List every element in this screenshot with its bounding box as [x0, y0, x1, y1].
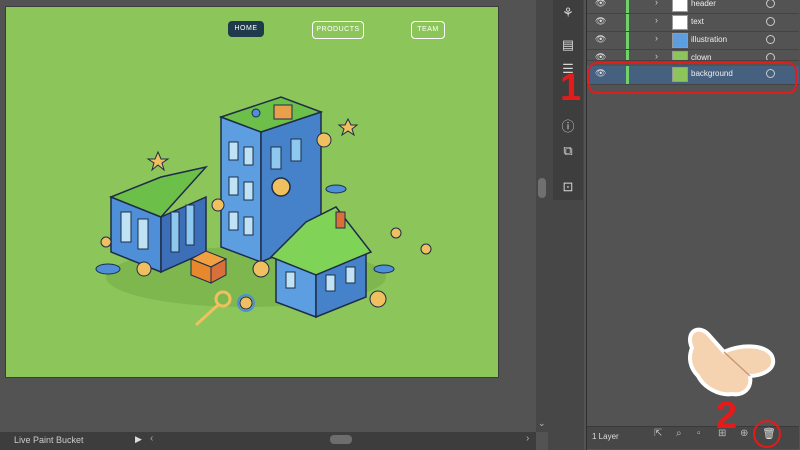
eye-icon[interactable]: 👁 [595, 16, 606, 27]
highlight-background-layer [588, 62, 797, 94]
chevron-right-icon[interactable]: › [655, 33, 658, 43]
layer-target-icon[interactable] [766, 53, 775, 60]
highlight-trash-button [753, 420, 781, 448]
layer-thumbnail [672, 0, 688, 12]
scroll-right-icon[interactable]: › [526, 433, 529, 444]
layer-color-bar [626, 32, 629, 49]
transform-icon[interactable]: ⧉ [557, 142, 579, 160]
layer-row-clown[interactable]: 👁 › clown [587, 50, 799, 61]
layer-name[interactable]: text [691, 17, 704, 26]
eye-icon[interactable]: 👁 [595, 0, 606, 9]
city-illustration [95, 96, 432, 327]
artboard[interactable]: HOME PRODUCTS TEAM [5, 6, 499, 378]
vertical-scroll-thumb[interactable] [538, 178, 546, 198]
brushes-icon[interactable]: ⚘ [557, 4, 579, 22]
layer-name[interactable]: illustration [691, 35, 727, 44]
eye-icon[interactable]: 👁 [595, 34, 606, 45]
layer-color-bar [626, 50, 629, 60]
layer-target-icon[interactable] [766, 35, 775, 44]
export-icon[interactable]: ⇱ [654, 428, 662, 439]
current-tool-label[interactable]: Live Paint Bucket [14, 435, 84, 445]
pointing-hand-icon [688, 327, 776, 397]
layer-thumbnail [672, 15, 688, 30]
new-layer-icon[interactable]: ⊕ [740, 428, 748, 439]
make-clipping-mask-icon[interactable]: ▫ [697, 428, 701, 439]
artboards-icon[interactable]: ⊡ [557, 178, 579, 196]
play-icon[interactable]: ▶ [135, 434, 142, 445]
layer-name[interactable]: clown [691, 53, 711, 60]
chevron-right-icon[interactable]: › [655, 15, 658, 25]
layer-name[interactable]: header [691, 0, 716, 8]
info-icon[interactable]: ⓘ [557, 118, 579, 136]
layer-color-bar [626, 0, 629, 13]
layer-row-text[interactable]: 👁 › text [587, 14, 799, 32]
step-number-2: 2 [716, 395, 738, 437]
swatches-icon[interactable]: ▤ [557, 36, 579, 54]
eye-icon[interactable]: 👁 [595, 52, 606, 60]
layer-color-bar [626, 14, 629, 31]
horizontal-scroll-thumb[interactable] [330, 435, 352, 444]
layer-count: 1 Layer [592, 432, 619, 441]
chevron-right-icon[interactable]: › [655, 51, 658, 60]
layer-target-icon[interactable] [766, 0, 775, 8]
scroll-left-icon[interactable]: ‹ [150, 433, 153, 444]
locate-object-icon[interactable]: ⌕ [676, 428, 682, 439]
layer-row-header[interactable]: 👁 › header [587, 0, 799, 14]
canvas-vertical-scrollbar[interactable] [536, 0, 548, 432]
layer-thumbnail [672, 33, 688, 48]
chevron-right-icon[interactable]: › [655, 0, 658, 7]
layer-thumbnail [672, 51, 688, 60]
layer-target-icon[interactable] [766, 17, 775, 26]
scroll-down-icon[interactable]: ⌄ [538, 418, 546, 429]
step-number-1: 1 [560, 67, 582, 109]
layer-row-illustration[interactable]: 👁 › illustration [587, 32, 799, 50]
